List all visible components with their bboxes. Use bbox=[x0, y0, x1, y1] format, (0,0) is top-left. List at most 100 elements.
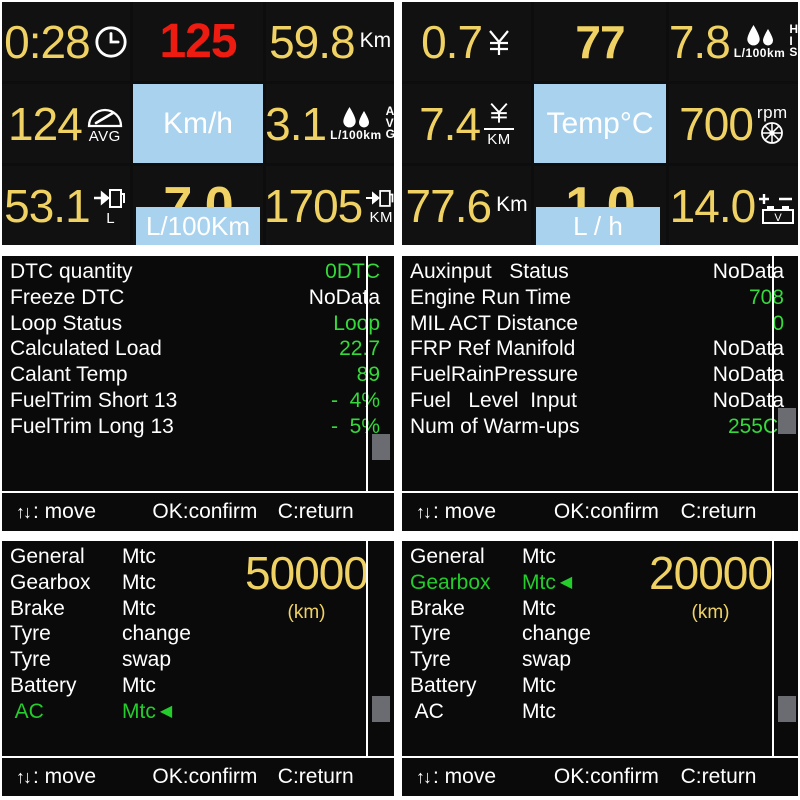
list-item-label: Tyre bbox=[410, 622, 451, 646]
list-item[interactable]: Num of Warm-ups 255Ct bbox=[410, 414, 798, 440]
scrollbar-thumb[interactable] bbox=[372, 434, 390, 460]
fuel-used-cell[interactable]: 53.1 L bbox=[2, 166, 130, 245]
return-hint-label: C:return bbox=[277, 765, 354, 788]
move-hint-label: : move bbox=[433, 765, 497, 788]
scrollbar[interactable] bbox=[366, 256, 390, 491]
center-flowrate-unit-label: L / h bbox=[573, 210, 623, 241]
hist-consumption-cell[interactable]: 7.8 L/100km H I S bbox=[668, 2, 798, 81]
list-screen: Auxinput Status NoData Engine Run Time 708 M… bbox=[402, 254, 798, 531]
list-item[interactable]: Engine Run Time 708 bbox=[410, 285, 798, 311]
updown-arrows-icon: ↑↓ bbox=[416, 501, 432, 522]
fuel-used-label: L bbox=[106, 209, 116, 227]
avg-consumption-value: 3.1 bbox=[266, 97, 327, 150]
list-item[interactable]: Fuel Level Input NoData bbox=[410, 388, 798, 414]
speed-unit-cell: Km/h bbox=[132, 84, 264, 163]
list-item[interactable]: Calculated Load 22.7 bbox=[10, 336, 394, 362]
trip-distance-cell[interactable]: 77.6 Km bbox=[402, 166, 532, 245]
list-item[interactable]: AC Mtc bbox=[410, 699, 623, 725]
list-item-action: Mtc bbox=[522, 673, 556, 697]
list-item[interactable]: Battery Mtc bbox=[10, 673, 219, 699]
list-item[interactable]: Gearbox Mtc ◀ bbox=[410, 570, 623, 596]
list-item[interactable]: FuelTrim Short 13- 4% bbox=[10, 388, 394, 414]
selection-caret-icon: ◀ bbox=[159, 702, 173, 720]
maintenance-rows: General Mtc Gearbox Mtc Brake Mtc Tyre change Ty… bbox=[2, 544, 219, 754]
temp-unit-cell: Temp°C bbox=[534, 84, 666, 163]
list-item-label: AC bbox=[410, 699, 444, 723]
confirm-hint-label: OK:confirm bbox=[152, 765, 258, 788]
list-item[interactable]: Freeze DTC NoData bbox=[10, 285, 394, 311]
list-item[interactable]: Tyre swap bbox=[410, 647, 623, 673]
list-item[interactable]: Tyre change bbox=[410, 621, 623, 647]
cost-total-cell[interactable]: 0.7 bbox=[402, 2, 532, 81]
return-hint-label: C:return bbox=[680, 500, 757, 523]
footer-hints: ↑↓ : move OK:confirm C:return bbox=[2, 756, 394, 796]
footer-hints: ↑↓ : move OK:confirm C:return bbox=[2, 491, 394, 531]
distance-unit: Km bbox=[359, 28, 392, 52]
list-item[interactable]: Brake Mtc bbox=[410, 596, 623, 622]
list-item-action: Mtc bbox=[522, 570, 556, 594]
scrollbar[interactable] bbox=[772, 541, 796, 756]
list-item[interactable]: Calant Temp 89 bbox=[10, 362, 394, 388]
list-item[interactable]: General Mtc bbox=[10, 544, 219, 570]
avg-consumption-cell[interactable]: 3.1 L/100km A V G bbox=[266, 84, 394, 163]
odometer-cell[interactable]: 1705 KM bbox=[266, 166, 394, 245]
avg-speed-cell[interactable]: 124 AVG bbox=[2, 84, 130, 163]
droplets-icon: L/100km bbox=[733, 24, 786, 60]
speed-cell[interactable]: 125 bbox=[132, 2, 264, 81]
engine-rpm-cell[interactable]: 700 rpm bbox=[668, 84, 798, 163]
scrollbar[interactable] bbox=[772, 256, 796, 491]
scrollbar[interactable] bbox=[366, 541, 390, 756]
clock-icon bbox=[94, 25, 128, 59]
list-item-action: Mtc bbox=[122, 699, 156, 723]
scrollbar-thumb[interactable] bbox=[778, 696, 796, 722]
list-item[interactable]: Auxinput Status NoData bbox=[410, 259, 798, 285]
engine-rpm-label: rpm bbox=[756, 102, 788, 122]
list-item[interactable]: Tyre swap bbox=[10, 647, 219, 673]
battery-voltage-value: 14.0 bbox=[669, 179, 757, 232]
time-cell[interactable]: 0:28 bbox=[2, 2, 130, 81]
cost-per-km-cell[interactable]: 7.4 KM bbox=[402, 84, 532, 163]
list-item-label: Loop Status bbox=[10, 311, 123, 335]
odometer-value: 1705 bbox=[266, 179, 363, 232]
list-item-label: Battery bbox=[410, 673, 477, 697]
list-item[interactable]: AC Mtc ◀ bbox=[10, 699, 219, 725]
list-screen: DTC quantity 0DTC Freeze DTC NoData Loop Sta… bbox=[2, 254, 394, 531]
avg-consumption-unit: L/100km bbox=[330, 127, 382, 142]
list-item[interactable]: DTC quantity 0DTC bbox=[10, 259, 394, 285]
dashboard-screenshot-grid: 0:28 125 59.8 Km 124 AVG Km/h 3.1 L/100k… bbox=[0, 0, 800, 800]
scrollbar-thumb[interactable] bbox=[372, 696, 390, 722]
list-body: General Mtc Gearbox Mtc Brake Mtc Tyre change Ty… bbox=[2, 541, 394, 756]
selection-caret-icon: ◀ bbox=[559, 573, 573, 591]
list-item-label: FuelRainPressure bbox=[410, 363, 579, 387]
list-item[interactable]: FuelRainPressure NoData bbox=[410, 362, 798, 388]
updown-arrows-icon: ↑↓ bbox=[16, 501, 32, 522]
scrollbar-thumb[interactable] bbox=[778, 408, 796, 434]
hist-label-s: S bbox=[789, 45, 798, 60]
list-item[interactable]: Loop Status Loop bbox=[10, 311, 394, 337]
list-item-label: General bbox=[410, 545, 485, 568]
list-item[interactable]: General Mtc bbox=[410, 544, 623, 570]
list-item[interactable]: Gearbox Mtc bbox=[10, 570, 219, 596]
list-item-label: Tyre bbox=[10, 622, 51, 646]
move-hint-label: : move bbox=[33, 500, 97, 523]
list-item-action: Mtc bbox=[522, 596, 556, 620]
distance-cell[interactable]: 59.8 Km bbox=[266, 2, 394, 81]
list-item-label: Auxinput Status bbox=[410, 260, 569, 283]
gauge-icon: AVG bbox=[86, 104, 124, 144]
list-item[interactable]: Brake Mtc bbox=[10, 596, 219, 622]
list-item[interactable]: Tyre change bbox=[10, 621, 219, 647]
move-hint: ↑↓ : move bbox=[408, 765, 554, 789]
battery-voltage-cell[interactable]: 14.0 V bbox=[668, 166, 798, 245]
list-screen: General Mtc Gearbox Mtc ◀ Brake Mtc Tyre change T… bbox=[402, 539, 798, 796]
hist-consumption-unit: L/100km bbox=[733, 45, 786, 60]
maintenance-interval-unit: (km) bbox=[691, 602, 730, 623]
list-item-label: Calant Temp bbox=[10, 363, 128, 387]
droplets-icon: L/100km bbox=[330, 106, 382, 142]
list-item[interactable]: Battery Mtc bbox=[410, 673, 623, 699]
list-item[interactable]: FRP Ref Manifold NoData bbox=[410, 336, 798, 362]
temperature-cell[interactable]: 77 bbox=[534, 2, 666, 81]
maintenance-list-b: General Mtc Gearbox Mtc ◀ Brake Mtc Tyre change T… bbox=[398, 535, 800, 800]
trip-gauge-panel: 0:28 125 59.8 Km 124 AVG Km/h 3.1 L/100k… bbox=[0, 0, 398, 250]
list-item[interactable]: FuelTrim Long 13- 5% bbox=[10, 414, 394, 440]
list-item[interactable]: MIL ACT Distance 0 bbox=[410, 311, 798, 337]
